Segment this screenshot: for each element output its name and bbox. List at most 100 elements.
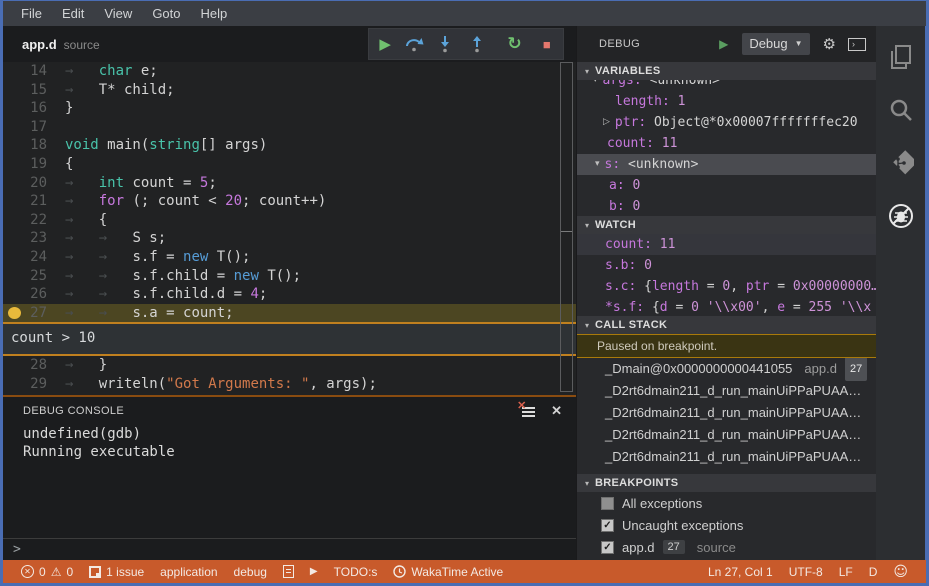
wakatime-status[interactable]: WakaTime Active <box>385 565 511 579</box>
explorer-icon[interactable] <box>888 44 914 70</box>
line-number-gutter[interactable]: 29 <box>3 375 65 394</box>
code-line[interactable]: 29 → writeln("Got Arguments: ", args); <box>3 375 576 394</box>
call-stack-header[interactable]: ▾ CALL STACK <box>577 316 876 334</box>
line-number-gutter[interactable]: 24 <box>3 248 65 267</box>
run-task-icon[interactable]: ▶ <box>302 566 326 577</box>
code-line[interactable]: 19 { <box>3 155 576 174</box>
line-number-gutter[interactable]: 25 <box>3 267 65 286</box>
code-line[interactable]: 18 void main(string[] args) <box>3 136 576 155</box>
step-out-icon[interactable] <box>470 35 494 53</box>
code-line[interactable]: 16} <box>3 99 576 118</box>
stack-frame[interactable]: _D2rt6dmain211_d_run_mainUiPPaPUAA… <box>577 446 876 468</box>
line-number-gutter[interactable]: 17 <box>3 118 65 137</box>
git-icon[interactable] <box>888 150 914 176</box>
error-count[interactable]: ✕ 0 ⚠ 0 <box>13 565 81 579</box>
line-number-gutter[interactable]: 22 <box>3 211 65 230</box>
variable-row[interactable]: ▾ args: <unknown> <box>577 80 876 91</box>
line-number-gutter[interactable]: 28 <box>3 356 65 375</box>
close-icon[interactable]: ✕ <box>551 403 562 419</box>
breakpoint-condition-widget[interactable]: count > 10 <box>3 322 576 357</box>
line-number-gutter[interactable]: 26 <box>3 285 65 304</box>
breakpoint-item[interactable]: ✓ Uncaught exceptions <box>577 514 876 536</box>
variable-row[interactable]: b: 0 <box>577 196 876 216</box>
line-number-gutter[interactable]: 23 <box>3 229 65 248</box>
breakpoint-checkbox[interactable]: ✓ <box>601 518 614 532</box>
watch-header[interactable]: ▾ WATCH <box>577 216 876 234</box>
twisty-open-icon[interactable]: ▾ <box>595 154 600 175</box>
breakpoint-item[interactable]: All exceptions <box>577 492 876 514</box>
debug-icon[interactable] <box>888 203 914 229</box>
todos-status[interactable]: TODO:s <box>326 565 386 579</box>
eol-indicator[interactable]: LF <box>831 565 861 579</box>
variable-row[interactable]: ▷ ptr: Object@*0x00007fffffffec20 <box>577 112 876 133</box>
line-number-gutter[interactable]: 20 <box>3 174 65 193</box>
continue-icon[interactable]: ▶ <box>373 35 397 53</box>
console-input[interactable]: > <box>3 538 576 560</box>
code-line[interactable]: 25 → → s.f.child = new T(); <box>3 267 576 286</box>
stop-icon[interactable]: ■ <box>535 37 559 52</box>
menu-view[interactable]: View <box>94 6 142 21</box>
menu-edit[interactable]: Edit <box>52 6 94 21</box>
variable-row[interactable]: length: 1 <box>577 91 876 112</box>
tab-app-d[interactable]: app.d source <box>3 37 100 52</box>
encoding-indicator[interactable]: UTF-8 <box>781 565 831 579</box>
menu-goto[interactable]: Goto <box>142 6 190 21</box>
search-icon[interactable] <box>888 97 914 123</box>
breakpoint-dot[interactable] <box>8 306 21 319</box>
line-number-gutter[interactable]: 15 <box>3 81 65 100</box>
line-number-gutter[interactable]: 21 <box>3 192 65 211</box>
issues-status[interactable]: 1 issue <box>81 565 152 579</box>
breakpoint-item[interactable]: ✓ app.d 27 source <box>577 536 876 558</box>
code-line[interactable]: 20 → int count = 5; <box>3 174 576 193</box>
variable-row[interactable]: count: 11 <box>577 133 876 154</box>
variable-row[interactable]: s.b: 0 <box>577 255 876 276</box>
variable-row[interactable]: *s.f: {d = 0 '\\x00', e = 255 '\\x <box>577 297 876 316</box>
cursor-position[interactable]: Ln 27, Col 1 <box>700 565 781 579</box>
variable-row[interactable]: count: 11 <box>577 234 876 255</box>
twisty-open-icon[interactable]: ▾ <box>593 80 598 91</box>
line-number-gutter[interactable]: 19 <box>3 155 65 174</box>
stack-frame[interactable]: _D2rt6dmain211_d_run_mainUiPPaPUAA… <box>577 402 876 424</box>
variable-row[interactable]: ▾ s: <unknown> <box>577 154 876 175</box>
stack-frame[interactable]: _D2rt6dmain211_d_run_mainUiPPaPUAA… <box>577 380 876 402</box>
clear-console-icon[interactable]: ✕ <box>517 400 536 418</box>
breakpoints-header[interactable]: ▾ BREAKPOINTS <box>577 474 876 492</box>
code-line[interactable]: 21 → for (; count < 20; count++) <box>3 192 576 211</box>
restart-icon[interactable]: ↻ <box>502 34 526 54</box>
twisty-closed-icon[interactable]: ▷ <box>603 112 610 133</box>
step-into-icon[interactable] <box>438 35 462 53</box>
code-line[interactable]: 28 → } <box>3 356 576 375</box>
line-number-gutter[interactable]: 27 <box>3 304 65 323</box>
variable-row[interactable]: a: 0 <box>577 175 876 196</box>
stack-frame[interactable]: _D2rt6dmain211_d_run_mainUiPPaPUAA… <box>577 424 876 446</box>
code-line[interactable]: 24 → → s.f = new T(); <box>3 248 576 267</box>
task-application[interactable]: application <box>152 565 225 579</box>
language-indicator[interactable]: D <box>861 565 886 579</box>
variables-header[interactable]: ▾ VARIABLES <box>577 62 876 80</box>
document-icon-button[interactable] <box>275 565 302 578</box>
step-over-icon[interactable] <box>405 36 429 52</box>
breakpoint-checkbox[interactable] <box>601 496 614 510</box>
line-number-gutter[interactable]: 18 <box>3 136 65 155</box>
stack-frame[interactable]: _Dmain@0x0000000000441055 app.d 27 <box>577 358 876 381</box>
code-editor[interactable]: 14 → char e; 15 → T* child; 16} 17 18 void main… <box>3 62 576 395</box>
editor-scrollbar[interactable] <box>560 62 573 392</box>
task-debug[interactable]: debug <box>226 565 275 579</box>
variable-row[interactable]: s.c: {length = 0, ptr = 0x00000000… <box>577 276 876 297</box>
line-number-gutter[interactable]: 16 <box>3 99 65 118</box>
breakpoint-checkbox[interactable]: ✓ <box>601 540 614 554</box>
gear-icon[interactable]: ⚙ <box>823 35 836 53</box>
line-number-gutter[interactable]: 14 <box>3 62 65 81</box>
code-line[interactable]: 14 → char e; <box>3 62 576 81</box>
start-icon[interactable]: ▶ <box>719 37 728 51</box>
code-line[interactable]: 15 → T* child; <box>3 81 576 100</box>
code-line[interactable]: 26 → → s.f.child.d = 4; <box>3 285 576 304</box>
menu-file[interactable]: File <box>11 6 52 21</box>
code-line[interactable]: 17 <box>3 118 576 137</box>
menu-help[interactable]: Help <box>191 6 238 21</box>
launch-config-dropdown[interactable]: Debug ▼ <box>742 33 810 55</box>
code-line[interactable]: 27 → → s.a = count; <box>3 303 576 323</box>
code-line[interactable]: 22 → { <box>3 211 576 230</box>
code-line[interactable]: 23 → → S s; <box>3 229 576 248</box>
open-console-icon[interactable]: › <box>848 37 866 51</box>
